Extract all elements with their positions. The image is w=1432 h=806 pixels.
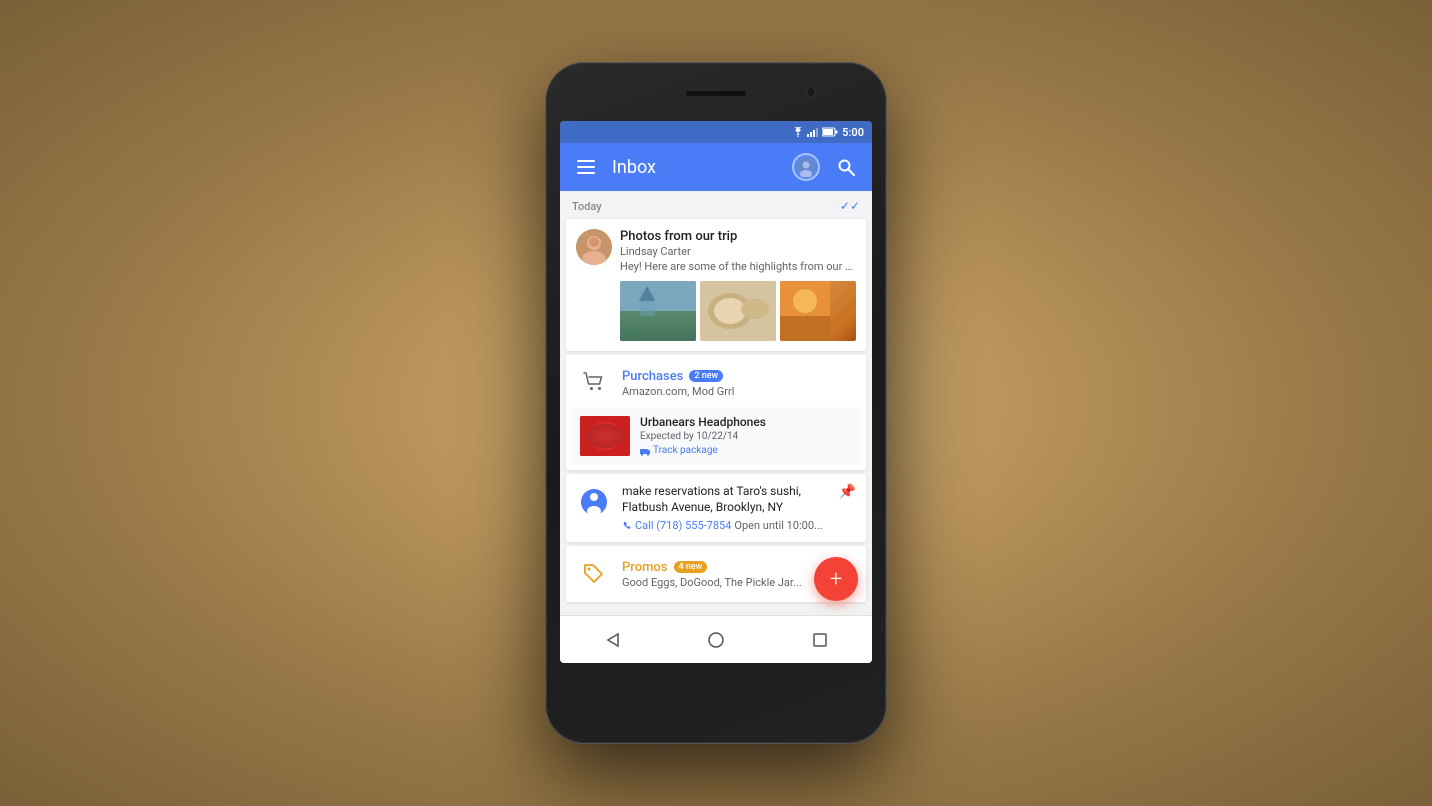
phone-device: 5:00 Inbox <box>546 63 886 743</box>
truck-icon <box>640 446 650 456</box>
purchases-card[interactable]: Purchases 2 new Amazon.com, Mod Grrl <box>566 355 866 470</box>
reminder-card[interactable]: make reservations at Taro's sushi, Flatb… <box>566 474 866 542</box>
email-subject: Photos from our trip <box>620 229 856 244</box>
email-preview: Hey! Here are some of the highlights fro… <box>620 260 856 273</box>
call-link[interactable]: Call (718) 555-7854 Open until 10:00... <box>622 519 829 532</box>
photo-grid <box>620 281 856 341</box>
product-item[interactable]: Urbanears Headphones Expected by 10/22/1… <box>572 407 860 464</box>
home-button[interactable] <box>704 628 728 652</box>
yesterday-section-header: Yesterday <box>560 606 872 615</box>
sender-avatar <box>576 229 612 265</box>
sender-avatar-img <box>576 229 612 265</box>
fab-icon: + <box>830 567 842 592</box>
status-bar: 5:00 <box>560 121 872 143</box>
app-title: Inbox <box>612 157 780 178</box>
battery-icon <box>822 127 838 137</box>
menu-icon <box>577 160 595 174</box>
purchases-badge: 2 new <box>689 370 723 382</box>
product-expected: Expected by 10/22/14 <box>640 431 852 442</box>
back-button[interactable] <box>600 628 624 652</box>
check-all-button[interactable]: ✓✓ <box>840 199 860 213</box>
phone-icon <box>622 521 632 531</box>
phone-number: Call (718) 555-7854 <box>635 519 731 532</box>
today-section-header: Today ✓✓ <box>560 191 872 217</box>
pin-icon: 📌 <box>839 484 856 500</box>
promos-badge: 4 new <box>674 561 708 573</box>
status-time: 5:00 <box>842 126 864 139</box>
signal-icon <box>807 127 819 137</box>
purchases-senders: Amazon.com, Mod Grrl <box>622 385 856 398</box>
phone-speaker <box>686 91 746 96</box>
reminder-content: make reservations at Taro's sushi, Flatb… <box>622 484 829 532</box>
photo-thumb-3[interactable] <box>780 281 856 341</box>
photo-thumb-1[interactable] <box>620 281 696 341</box>
trip-photo-2 <box>700 281 776 341</box>
product-name: Urbanears Headphones <box>640 415 852 429</box>
email-sender: Lindsay Carter <box>620 245 856 258</box>
trip-photo-1 <box>620 281 696 341</box>
today-label: Today <box>572 200 602 213</box>
status-icons <box>792 127 838 137</box>
tag-icon <box>582 562 606 586</box>
purchases-info: Purchases 2 new Amazon.com, Mod Grrl <box>622 369 856 398</box>
reminder-title: make reservations at Taro's sushi, Flatb… <box>622 484 829 515</box>
headphones-img <box>580 416 630 456</box>
search-button[interactable] <box>832 153 860 181</box>
photo-thumb-2[interactable] <box>700 281 776 341</box>
promos-icon <box>576 556 612 592</box>
email-card-photos[interactable]: Photos from our trip Lindsay Carter Hey!… <box>566 219 866 351</box>
menu-button[interactable] <box>572 153 600 181</box>
avatar-img <box>796 157 816 177</box>
cart-icon <box>582 371 606 395</box>
app-bar: Inbox <box>560 143 872 191</box>
product-image <box>580 416 630 456</box>
recent-apps-button[interactable] <box>808 628 832 652</box>
reminder-icon <box>579 487 609 517</box>
purchases-icon <box>576 365 612 401</box>
phone-body: 5:00 Inbox <box>546 63 886 743</box>
content-area: Today ✓✓ <box>560 191 872 615</box>
product-details: Urbanears Headphones Expected by 10/22/1… <box>640 415 852 456</box>
phone-screen: 5:00 Inbox <box>560 121 872 663</box>
reminder-icon-wrap <box>576 484 612 520</box>
purchases-title: Purchases <box>622 369 683 384</box>
trip-photo-3 <box>780 281 830 341</box>
search-icon <box>837 158 855 176</box>
open-hours: Open until 10:00... <box>734 519 822 532</box>
navigation-bar <box>560 615 872 663</box>
wifi-icon <box>792 127 804 137</box>
track-label: Track package <box>653 445 718 456</box>
back-icon <box>604 632 620 648</box>
track-package-link[interactable]: Track package <box>640 445 852 456</box>
email-content: Photos from our trip Lindsay Carter Hey!… <box>620 229 856 273</box>
compose-fab[interactable]: + <box>814 557 858 601</box>
home-icon <box>707 631 725 649</box>
avatar-button[interactable] <box>792 153 820 181</box>
phone-camera <box>806 87 816 97</box>
promos-title: Promos <box>622 560 668 575</box>
recent-icon <box>813 633 827 647</box>
